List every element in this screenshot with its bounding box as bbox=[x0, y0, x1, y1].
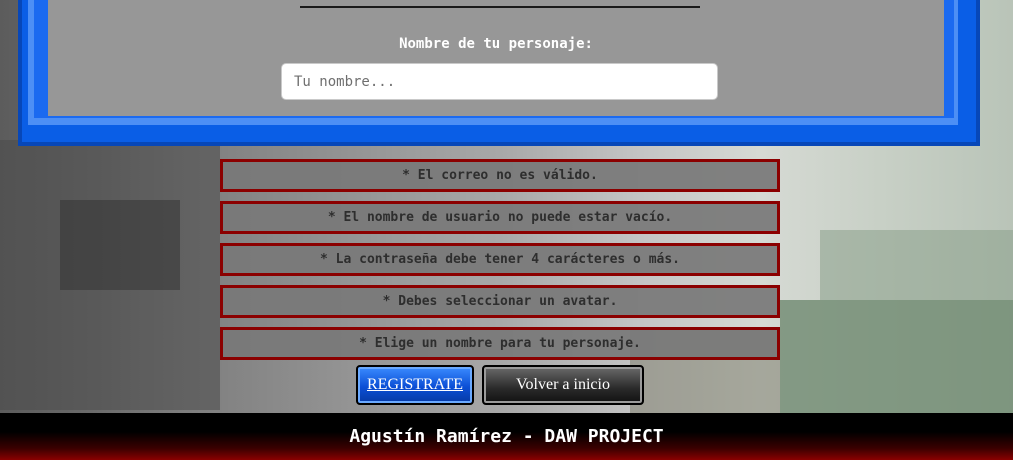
error-username: * El nombre de usuario no puede estar va… bbox=[220, 201, 780, 234]
form-divider bbox=[300, 6, 700, 8]
error-avatar: * Debes seleccionar un avatar. bbox=[220, 285, 780, 318]
character-name-input[interactable] bbox=[281, 63, 718, 100]
back-home-button[interactable]: Volver a inicio bbox=[482, 365, 644, 405]
footer: Agustín Ramírez - DAW PROJECT bbox=[0, 413, 1013, 460]
bg-shadow-block bbox=[60, 200, 180, 290]
bg-hill-region bbox=[820, 230, 1013, 300]
register-button[interactable]: REGISTRATE bbox=[356, 365, 474, 405]
character-name-label: Nombre de tu personaje: bbox=[399, 36, 593, 52]
bg-grass-region bbox=[780, 300, 1013, 413]
error-character-name: * Elige un nombre para tu personaje. bbox=[220, 327, 780, 360]
error-list: * El correo no es válido. * El nombre de… bbox=[220, 159, 780, 369]
error-email: * El correo no es válido. bbox=[220, 159, 780, 192]
error-password: * La contraseña debe tener 4 carácteres … bbox=[220, 243, 780, 276]
footer-credit: Agustín Ramírez - DAW PROJECT bbox=[349, 426, 664, 447]
